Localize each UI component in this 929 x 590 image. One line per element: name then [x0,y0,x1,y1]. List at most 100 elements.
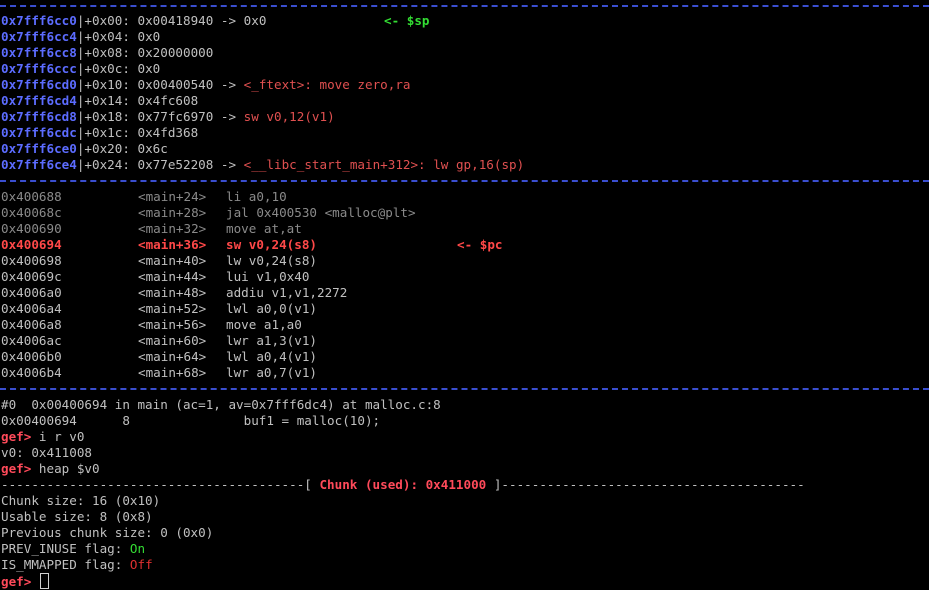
chunk-size: Chunk size: 16 (0x10) [1,493,161,508]
chunk-header-dashes-right: ]---------------------------------------… [486,477,805,492]
code-instruction: lwr a0,7(v1) [226,365,317,380]
code-address: 0x4006a8 [1,317,62,332]
current-instruction-row: 0x400694 <main+36> sw v0,24(s8) <- $pc [1,237,503,253]
stack-row: 0x7fff6cd4|+0x14: 0x4fc608 [1,93,198,109]
code-symbol: <main+28> [138,205,207,220]
code-row: 0x4006a8 <main+56> move a1,a0 [1,317,302,333]
code-address: 0x400694 [1,237,62,252]
code-row: 0x4006b4 <main+68> lwr a0,7(v1) [1,365,317,381]
stack-offset: +0x00: [84,13,130,28]
code-instruction: li a0,10 [226,189,287,204]
stack-offset: +0x24: [84,157,130,172]
stack-row: 0x7fff6ccc|+0x0c: 0x0 [1,61,160,77]
code-address: 0x40068c [1,205,62,220]
stack-row: 0x7fff6cc8|+0x08: 0x20000000 [1,45,213,61]
code-symbol: <main+60> [138,333,207,348]
pc-marker: <- $pc [457,237,503,252]
code-instruction: move a1,a0 [226,317,302,332]
stack-row: 0x7fff6cd0|+0x10: 0x00400540 -> <_ftext>… [1,77,410,93]
code-instruction: addiu v1,v1,2272 [226,285,348,300]
stack-offset: +0x10: [84,77,130,92]
chunk-header: ----------------------------------------… [1,477,805,493]
stack-offset: +0x20: [84,141,130,156]
stack-row: 0x7fff6cd8|+0x18: 0x77fc6970 -> sw v0,12… [1,109,335,125]
gef-prompt: gef> [1,461,39,476]
is-mmapped-value: Off [129,557,153,572]
code-row: 0x4006ac <main+60> lwr a1,3(v1) [1,333,317,349]
code-row: 0x400690 <main+32> move at,at [1,221,302,237]
stack-offset: +0x08: [84,45,130,60]
stack-reference: sw v0,12(v1) [243,109,335,124]
usable-size: Usable size: 8 (0x8) [1,509,153,524]
code-address: 0x400698 [1,253,62,268]
code-instruction: lwr a1,3(v1) [226,333,317,348]
register-output: v0: 0x411008 [1,445,92,460]
command-text: i r v0 [38,429,85,444]
stack-value: 0x77fc6970 -> [137,109,244,124]
chunk-title: Chunk (used): 0x411000 [319,477,487,492]
command-text: heap $v0 [38,461,100,476]
stack-reference: <__libc_start_main+312>: lw gp,16(sp) [243,157,525,172]
code-address: 0x4006b0 [1,349,62,364]
code-row: 0x4006a4 <main+52> lwl a0,0(v1) [1,301,317,317]
stack-offset: +0x18: [84,109,130,124]
separator-top [0,5,929,7]
stack-address: 0x7fff6cc4 [1,29,77,44]
code-address: 0x400688 [1,189,62,204]
code-address: 0x40069c [1,269,62,284]
code-symbol: <main+48> [138,285,207,300]
code-instruction: lwl a0,0(v1) [226,301,317,316]
stack-address: 0x7fff6cd0 [1,77,77,92]
stack-row: 0x7fff6cdc|+0x1c: 0x4fd368 [1,125,198,141]
code-symbol: <main+68> [138,365,207,380]
stack-value: 0x4fd368 [137,125,199,140]
code-address: 0x4006a4 [1,301,62,316]
stack-value: 0x20000000 [137,45,214,60]
stack-row: 0x7fff6cc4|+0x04: 0x0 [1,29,160,45]
code-address: 0x4006a0 [1,285,62,300]
previous-chunk-size: Previous chunk size: 0 (0x0) [1,525,214,540]
separator-code-trace [0,388,929,390]
stack-offset: +0x14: [84,93,130,108]
code-instruction: jal 0x400530 <malloc@plt> [226,205,416,220]
code-address: 0x4006b4 [1,365,62,380]
stack-address: 0x7fff6cc0 [1,13,77,28]
stack-offset: +0x04: [84,29,130,44]
code-row: 0x400698 <main+40> lw v0,24(s8) [1,253,317,269]
stack-value: 0x00418940 -> 0x0 [137,13,267,28]
prev-inuse-label: PREV_INUSE flag: [1,541,130,556]
code-instruction: move at,at [226,221,302,236]
gef-prompt: gef> [1,429,39,444]
trace-source-line: 0x00400694 8 buf1 = malloc(10); [1,413,381,428]
code-instruction: lui v1,0x40 [226,269,310,284]
stack-offset: +0x1c: [84,125,130,140]
code-symbol: <main+32> [138,221,207,236]
code-address: 0x400690 [1,221,62,236]
prev-inuse-value: On [129,541,146,556]
stack-reference: <_ftext>: move zero,ra [243,77,411,92]
sp-marker: <- $sp [384,13,430,28]
stack-address: 0x7fff6cd8 [1,109,77,124]
stack-row: 0x7fff6ce0|+0x20: 0x6c [1,141,168,157]
code-row: 0x40068c <main+28> jal 0x400530 <malloc@pl… [1,205,416,221]
stack-row: 0x7fff6ce4|+0x24: 0x77e52208 -> <__libc_… [1,157,524,173]
is-mmapped-label: IS_MMAPPED flag: [1,557,130,572]
stack-row: 0x7fff6cc0|+0x00: 0x00418940 -> 0x0 <- $s… [1,13,430,29]
stack-address: 0x7fff6cc8 [1,45,77,60]
code-symbol: <main+64> [138,349,207,364]
command-input-line[interactable]: gef> [1,573,49,589]
code-row: 0x4006b0 <main+64> lwl a0,4(v1) [1,349,317,365]
stack-address: 0x7fff6ce4 [1,157,77,172]
code-instruction: sw v0,24(s8) [226,237,317,252]
code-symbol: <main+52> [138,301,207,316]
code-row: 0x4006a0 <main+48> addiu v1,v1,2272 [1,285,347,301]
code-symbol: <main+24> [138,189,207,204]
code-row: 0x400688 <main+24> li a0,10 [1,189,287,205]
stack-address: 0x7fff6cd4 [1,93,77,108]
gef-prompt: gef> [1,574,39,589]
text-cursor[interactable] [39,573,49,589]
chunk-header-dashes-left: ----------------------------------------… [1,477,320,492]
code-symbol: <main+40> [138,253,207,268]
code-row: 0x40069c <main+44> lui v1,0x40 [1,269,309,285]
stack-value: 0x0 [137,29,161,44]
